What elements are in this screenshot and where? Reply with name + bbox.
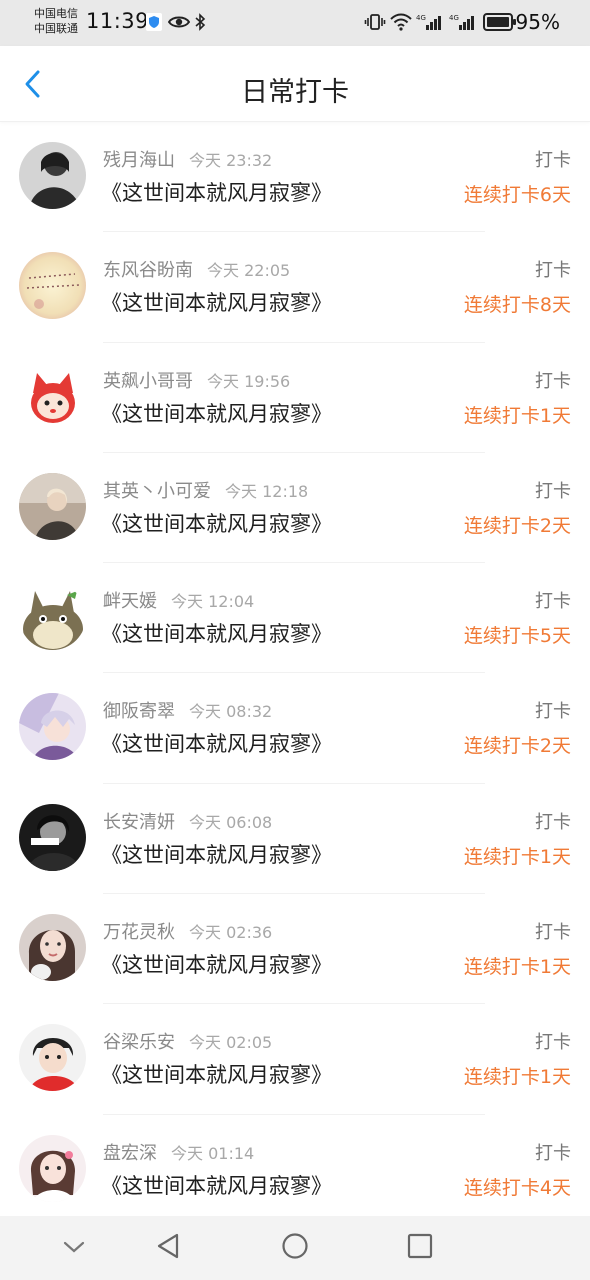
checkin-content[interactable]: 《这世间本就风月寂寥》 [101,398,332,428]
avatar[interactable] [19,252,86,320]
streak-count: 连续打卡6天 [463,184,571,206]
user-name[interactable]: 万花灵秋 [103,922,175,943]
list-item[interactable]: 谷梁乐安 今天 02:05 打卡 《这世间本就风月寂寥》 连续打卡1天 [0,1004,590,1115]
list-item[interactable]: 残月海山 今天 23:32 打卡 《这世间本就风月寂寥》 连续打卡6天 [0,122,590,233]
avatar[interactable] [19,472,86,540]
clock: 11:39 [86,9,150,33]
battery-percent: 95% [515,10,560,34]
checkin-label: 打卡 [535,1032,571,1054]
user-name[interactable]: 御阪寄翠 [103,701,175,722]
avatar[interactable] [19,1024,86,1092]
list-item[interactable]: 衅天媛 今天 12:04 打卡 《这世间本就风月寂寥》 连续打卡5天 [0,563,590,674]
chevron-down-icon [62,1239,86,1258]
checkin-time: 今天 02:05 [189,1033,273,1053]
checkin-time: 今天 19:56 [207,371,291,391]
list-item[interactable]: 万花灵秋 今天 02:36 打卡 《这世间本就风月寂寥》 连续打卡1天 [0,894,590,1005]
checkin-label: 打卡 [535,591,571,613]
checkin-label: 打卡 [535,811,571,833]
signal-4g-icon: 4G [416,11,444,33]
streak-count: 连续打卡8天 [463,294,571,317]
circle-home-icon [281,1232,309,1264]
user-name[interactable]: 长安清妍 [103,812,175,833]
avatar[interactable] [19,1134,86,1202]
avatar[interactable] [19,142,86,209]
checkin-content[interactable]: 《这世间本就风月寂寥》 [101,508,332,538]
list-item[interactable]: 其英丶小可爱 今天 12:18 打卡 《这世间本就风月寂寥》 连续打卡2天 [0,453,590,564]
user-name[interactable]: 衅天媛 [103,591,157,612]
checkin-label: 打卡 [535,370,571,392]
wifi-icon [390,11,412,33]
nav-recents-button[interactable] [402,1230,438,1266]
checkin-label: 打卡 [535,701,571,723]
user-name[interactable]: 东风谷盼南 [103,260,193,281]
list-item[interactable]: 东风谷盼南 今天 22:05 打卡 《这世间本就风月寂寥》 连续打卡8天 [0,232,590,343]
system-nav-bar [0,1216,590,1280]
streak-count: 连续打卡2天 [463,514,571,537]
list-item[interactable]: 御阪寄翠 今天 08:32 打卡 《这世间本就风月寂寥》 连续打卡2天 [0,673,590,785]
user-name[interactable]: 残月海山 [103,150,175,171]
streak-count: 连续打卡4天 [463,1176,571,1199]
svg-text:4G: 4G [449,14,459,22]
signal-4g-icon: 4G [449,11,477,33]
checkin-label: 打卡 [535,1142,571,1164]
checkin-label: 打卡 [535,480,571,502]
checkin-content[interactable]: 《这世间本就风月寂寥》 [101,287,332,317]
checkin-content[interactable]: 《这世间本就风月寂寥》 [101,839,332,869]
page-title: 日常打卡 [241,77,349,108]
nav-home-button[interactable] [277,1230,313,1266]
avatar[interactable] [19,362,86,430]
checkin-content[interactable]: 《这世间本就风月寂寥》 [101,728,332,758]
nav-back-button[interactable] [150,1230,186,1266]
avatar[interactable] [19,914,86,982]
checkin-content[interactable]: 《这世间本就风月寂寥》 [101,177,332,207]
square-recents-icon [407,1233,433,1263]
checkin-time: 今天 23:32 [189,151,273,170]
checkin-time: 今天 22:05 [207,261,291,281]
triangle-back-icon [155,1232,181,1264]
streak-count: 连续打卡1天 [463,404,571,427]
checkin-label: 打卡 [535,260,571,282]
checkin-time: 今天 01:14 [171,1143,255,1163]
checkin-content[interactable]: 《这世间本就风月寂寥》 [101,1170,332,1200]
checkin-label: 打卡 [535,922,571,944]
bluetooth-icon [194,11,206,33]
streak-count: 连续打卡1天 [463,1066,571,1089]
streak-count: 连续打卡2天 [463,735,571,758]
list-item[interactable]: 长安清妍 今天 06:08 打卡 《这世间本就风月寂寥》 连续打卡1天 [0,784,590,895]
checkin-label: 打卡 [535,150,571,171]
carrier-2: 中国联通 [34,22,78,35]
checkin-time: 今天 12:18 [225,481,309,501]
battery-icon [483,11,517,33]
avatar[interactable] [19,583,86,651]
carrier-info: 中国电信 中国联通 [34,6,78,36]
carrier-1: 中国电信 [34,7,78,20]
svg-text:4G: 4G [416,14,426,22]
user-name[interactable]: 英飙小哥哥 [103,371,193,392]
streak-count: 连续打卡5天 [463,625,571,648]
avatar[interactable] [19,803,86,871]
checkin-content[interactable]: 《这世间本就风月寂寥》 [101,949,332,979]
status-bar: 中国电信 中国联通 11:39 4G 4G 95% [0,0,590,46]
user-name[interactable]: 其英丶小可爱 [103,481,211,502]
streak-count: 连续打卡1天 [463,956,571,979]
streak-count: 连续打卡1天 [463,845,571,868]
list-item[interactable]: 盘宏深 今天 01:14 打卡 《这世间本就风月寂寥》 连续打卡4天 [0,1115,590,1226]
avatar[interactable] [19,693,86,761]
checkin-time: 今天 12:04 [171,592,255,612]
vibrate-icon [364,11,386,33]
hide-keyboard-button[interactable] [56,1230,92,1266]
eye-icon [168,11,190,33]
checkin-time: 今天 06:08 [189,812,273,832]
header: 日常打卡 [0,46,590,122]
checkin-time: 今天 08:32 [189,702,273,722]
checkin-list: 残月海山 今天 23:32 打卡 《这世间本就风月寂寥》 连续打卡6天 东风谷盼南… [0,122,590,1226]
checkin-content[interactable]: 《这世间本就风月寂寥》 [101,1059,332,1089]
user-name[interactable]: 盘宏深 [103,1143,157,1164]
shield-icon [146,11,162,33]
checkin-content[interactable]: 《这世间本就风月寂寥》 [101,618,332,648]
list-item[interactable]: 英飙小哥哥 今天 19:56 打卡 《这世间本就风月寂寥》 连续打卡1天 [0,343,590,454]
user-name[interactable]: 谷梁乐安 [103,1032,175,1053]
checkin-time: 今天 02:36 [189,923,273,943]
